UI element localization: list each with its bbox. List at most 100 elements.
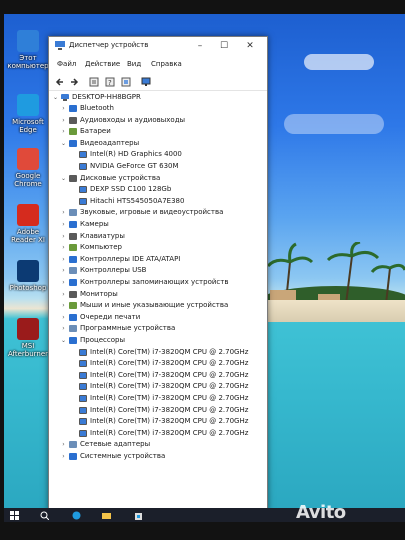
monitor-icon[interactable] — [141, 77, 151, 87]
device-icon — [69, 105, 77, 112]
forward-arrow-icon[interactable] — [69, 77, 79, 87]
device-icon — [69, 221, 77, 228]
desktop-icon-label: Photoshop — [9, 284, 47, 292]
adobe-reader-icon — [17, 204, 39, 226]
wallpaper-beach — [266, 300, 405, 322]
device-label: Контроллеры IDE ATA/ATAPI — [80, 254, 181, 263]
store-icon[interactable] — [134, 511, 143, 520]
device-icon — [69, 325, 77, 333]
device-icon — [69, 232, 77, 240]
close-button[interactable]: ✕ — [239, 39, 261, 53]
device-icon — [79, 429, 87, 437]
device-icon — [79, 395, 87, 402]
tree-root-label: DESKTOP-HH8BGPR — [72, 93, 141, 101]
device-label: NVIDIA GeForce GT 630M — [90, 162, 179, 170]
device-icon — [69, 255, 77, 263]
help-icon[interactable]: ? — [105, 77, 115, 87]
device-label: Hitachi HTS545050A7E380 — [90, 196, 185, 205]
desktop-icon[interactable]: Google Chrome — [4, 148, 52, 188]
desktop-icon[interactable]: MSI Afterburner — [4, 318, 52, 358]
device-label: Звуковые, игровые и видеоустройства — [80, 208, 224, 217]
device-icon — [79, 163, 87, 170]
device-icon — [69, 174, 77, 182]
desktop-icon[interactable]: Microsoft Edge — [4, 94, 52, 134]
desktop-icon[interactable]: Adobe Reader XI — [4, 204, 52, 244]
device-icon — [79, 151, 87, 159]
device-label: Системные устройства — [80, 452, 166, 460]
expand-arrow-icon[interactable]: › — [60, 277, 67, 288]
computer-icon — [61, 94, 69, 101]
menu-bar: Файл Действие Вид Справка — [49, 57, 267, 73]
device-label: Intel(R) Core(TM) i7-3820QM CPU @ 2.70GH… — [90, 428, 249, 437]
device-icon — [69, 453, 77, 460]
device-tree: ⌄ DESKTOP-HH8BGPR › Bluetooth › Аудиовходы … — [49, 92, 267, 511]
expand-arrow-icon[interactable]: › — [60, 323, 67, 334]
device-icon — [69, 209, 77, 217]
expand-arrow-icon[interactable]: › — [60, 242, 67, 253]
device-icon — [69, 244, 77, 252]
refresh-icon[interactable] — [121, 77, 131, 87]
menu-action[interactable]: Действие — [85, 60, 120, 68]
device-icon — [69, 279, 77, 286]
device-label: Программные устройства — [80, 324, 176, 333]
collapse-arrow-icon[interactable]: ⌄ — [60, 173, 67, 184]
device-icon — [79, 186, 87, 194]
properties-icon[interactable] — [89, 77, 99, 87]
expand-arrow-icon[interactable]: › — [60, 439, 67, 450]
wallpaper-cloud — [304, 54, 374, 70]
expand-arrow-icon[interactable]: › — [60, 115, 67, 126]
device-icon — [79, 371, 87, 379]
expand-arrow-icon[interactable]: › — [60, 254, 67, 265]
menu-file[interactable]: Файл — [57, 60, 76, 68]
photoshop-icon — [17, 260, 39, 282]
desktop-icon-label: Adobe Reader XI — [11, 228, 45, 244]
device-icon — [69, 139, 77, 147]
search-icon[interactable] — [40, 511, 49, 520]
device-manager-window: Диспетчер устройств – ☐ ✕ Файл Действие … — [48, 36, 268, 512]
expand-arrow-icon[interactable]: › — [60, 126, 67, 137]
menu-help[interactable]: Справка — [151, 60, 182, 68]
device-icon — [69, 337, 77, 344]
desktop-icon[interactable]: Этот компьютер — [4, 30, 52, 70]
expand-arrow-icon[interactable]: › — [60, 312, 67, 323]
maximize-button[interactable]: ☐ — [213, 39, 235, 53]
device-label: Intel(R) HD Graphics 4000 — [90, 150, 182, 159]
title-bar[interactable]: Диспетчер устройств – ☐ ✕ — [49, 37, 267, 55]
windows-start-icon[interactable] — [10, 511, 19, 520]
expand-arrow-icon[interactable]: › — [60, 265, 67, 276]
minimize-button[interactable]: – — [189, 39, 211, 53]
device-icon — [69, 116, 77, 124]
menu-view[interactable]: Вид — [127, 60, 141, 68]
file-explorer-icon[interactable] — [102, 511, 111, 520]
device-label: Intel(R) Core(TM) i7-3820QM CPU @ 2.70GH… — [90, 417, 249, 426]
device-label: Аудиовходы и аудиовыходы — [80, 115, 186, 124]
toolbar: ? — [49, 74, 267, 91]
device-label: Мониторы — [80, 289, 118, 298]
device-label: Intel(R) Core(TM) i7-3820QM CPU @ 2.70GH… — [90, 382, 249, 391]
expand-arrow-icon[interactable]: › — [60, 231, 67, 242]
device-icon — [79, 406, 87, 414]
desktop-icon-label: Microsoft Edge — [12, 118, 44, 134]
device-icon — [69, 267, 77, 275]
device-icon — [79, 418, 87, 426]
collapse-arrow-icon[interactable]: ⌄ — [52, 92, 59, 103]
device-label: Камеры — [80, 220, 109, 228]
back-arrow-icon[interactable] — [55, 77, 65, 87]
expand-arrow-icon[interactable]: › — [60, 289, 67, 300]
edge-icon[interactable] — [72, 511, 81, 520]
device-icon — [79, 348, 87, 356]
expand-arrow-icon[interactable]: › — [60, 451, 67, 462]
desktop: Этот компьютер Microsoft Edge Google Chrom… — [4, 14, 405, 522]
device-label: Мыши и иные указывающие устройства — [80, 301, 229, 310]
expand-arrow-icon[interactable]: › — [60, 103, 67, 114]
device-label: Процессоры — [80, 336, 126, 344]
expand-arrow-icon[interactable]: › — [60, 219, 67, 230]
desktop-icon[interactable]: Photoshop — [4, 260, 52, 292]
expand-arrow-icon[interactable]: › — [60, 207, 67, 218]
device-label: Компьютер — [80, 243, 122, 252]
collapse-arrow-icon[interactable]: ⌄ — [60, 138, 67, 149]
expand-arrow-icon[interactable]: › — [60, 300, 67, 311]
device-icon — [69, 441, 77, 449]
collapse-arrow-icon[interactable]: ⌄ — [60, 335, 67, 346]
wallpaper-cloud — [284, 114, 384, 134]
